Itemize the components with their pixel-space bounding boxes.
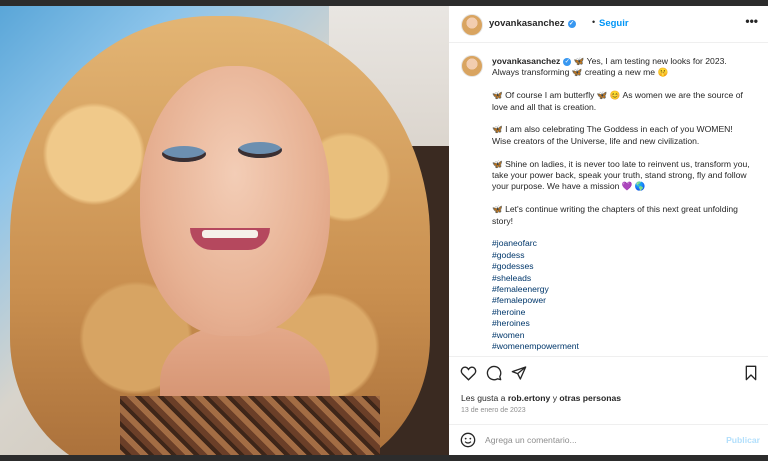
publish-button[interactable]: Publicar xyxy=(726,435,760,445)
hashtag-list: #joaneofarc #godess #godesses #sheleads … xyxy=(492,238,754,352)
hashtag-link[interactable]: #godess xyxy=(492,250,754,261)
hashtag-link[interactable]: #heroines xyxy=(492,318,754,329)
bottom-background-strip xyxy=(0,455,768,461)
comment-icon[interactable] xyxy=(486,365,502,381)
more-icon[interactable]: ••• xyxy=(745,14,758,28)
post-photo[interactable] xyxy=(0,6,449,455)
caption-text-4: 🦋 Shine on ladies, it is never too late … xyxy=(492,158,750,192)
photo-mouth xyxy=(190,228,270,250)
bookmark-icon[interactable] xyxy=(744,365,758,381)
header-username[interactable]: yovankasanchez xyxy=(489,18,565,29)
caption-text-3: 🦋 I am also celebrating The Goddess in e… xyxy=(492,124,733,146)
photo-right-eye xyxy=(238,142,282,158)
caption-text-5: 🦋 Let's continue writing the chapters of… xyxy=(492,204,738,226)
verified-icon: ✓ xyxy=(567,20,576,28)
hashtag-link[interactable]: #womenempowerment xyxy=(492,341,754,352)
likes-user-link[interactable]: rob.ertony xyxy=(508,393,551,403)
verified-icon: ✓ xyxy=(563,58,572,66)
hashtag-link[interactable]: #femaleenergy xyxy=(492,284,754,295)
avatar[interactable] xyxy=(461,14,483,36)
hashtag-link[interactable]: #sheleads xyxy=(492,273,754,284)
likes-others-link[interactable]: otras personas xyxy=(559,393,621,403)
add-comment-bar: Publicar xyxy=(449,424,768,456)
post-date[interactable]: 13 de enero de 2023 xyxy=(461,407,526,414)
hashtag-link[interactable]: #femalepower xyxy=(492,295,754,306)
photo-face xyxy=(140,66,330,336)
share-icon[interactable] xyxy=(511,365,527,381)
caption-avatar[interactable] xyxy=(461,55,483,77)
comment-input[interactable] xyxy=(485,435,705,445)
post-header: yovankasanchez ✓ • Seguir ••• xyxy=(449,6,768,43)
photo-clothing xyxy=(120,396,380,455)
hashtag-link[interactable]: #women xyxy=(492,330,754,341)
emoji-icon[interactable] xyxy=(460,432,476,448)
hashtag-link[interactable]: #godesses xyxy=(492,261,754,272)
hashtag-link[interactable]: #heroine xyxy=(492,307,754,318)
hashtag-link[interactable]: #joaneofarc xyxy=(492,238,754,249)
heart-icon[interactable] xyxy=(460,365,477,381)
caption-text-2: 🦋 Of course I am butterfly 🦋 😊 As women … xyxy=(492,90,743,112)
likes-prefix: Les gusta a xyxy=(461,393,508,403)
likes-summary: Les gusta a rob.ertony y otras personas xyxy=(461,393,621,403)
follow-button[interactable]: Seguir xyxy=(599,18,629,29)
caption-username[interactable]: yovankasanchez xyxy=(492,56,560,66)
header-username-wrap[interactable]: yovankasanchez ✓ xyxy=(489,18,576,29)
caption: yovankasanchez ✓ 🦋 Yes, I am testing new … xyxy=(492,56,754,352)
photo-left-eye xyxy=(162,146,206,162)
caption-first-paragraph: yovankasanchez ✓ 🦋 Yes, I am testing new … xyxy=(492,56,754,79)
comments-area[interactable]: yovankasanchez ✓ 🦋 Yes, I am testing new … xyxy=(449,43,768,355)
header-separator: • xyxy=(592,17,596,27)
post-side-panel: yovankasanchez ✓ • Seguir ••• yovankasanc… xyxy=(449,6,768,455)
